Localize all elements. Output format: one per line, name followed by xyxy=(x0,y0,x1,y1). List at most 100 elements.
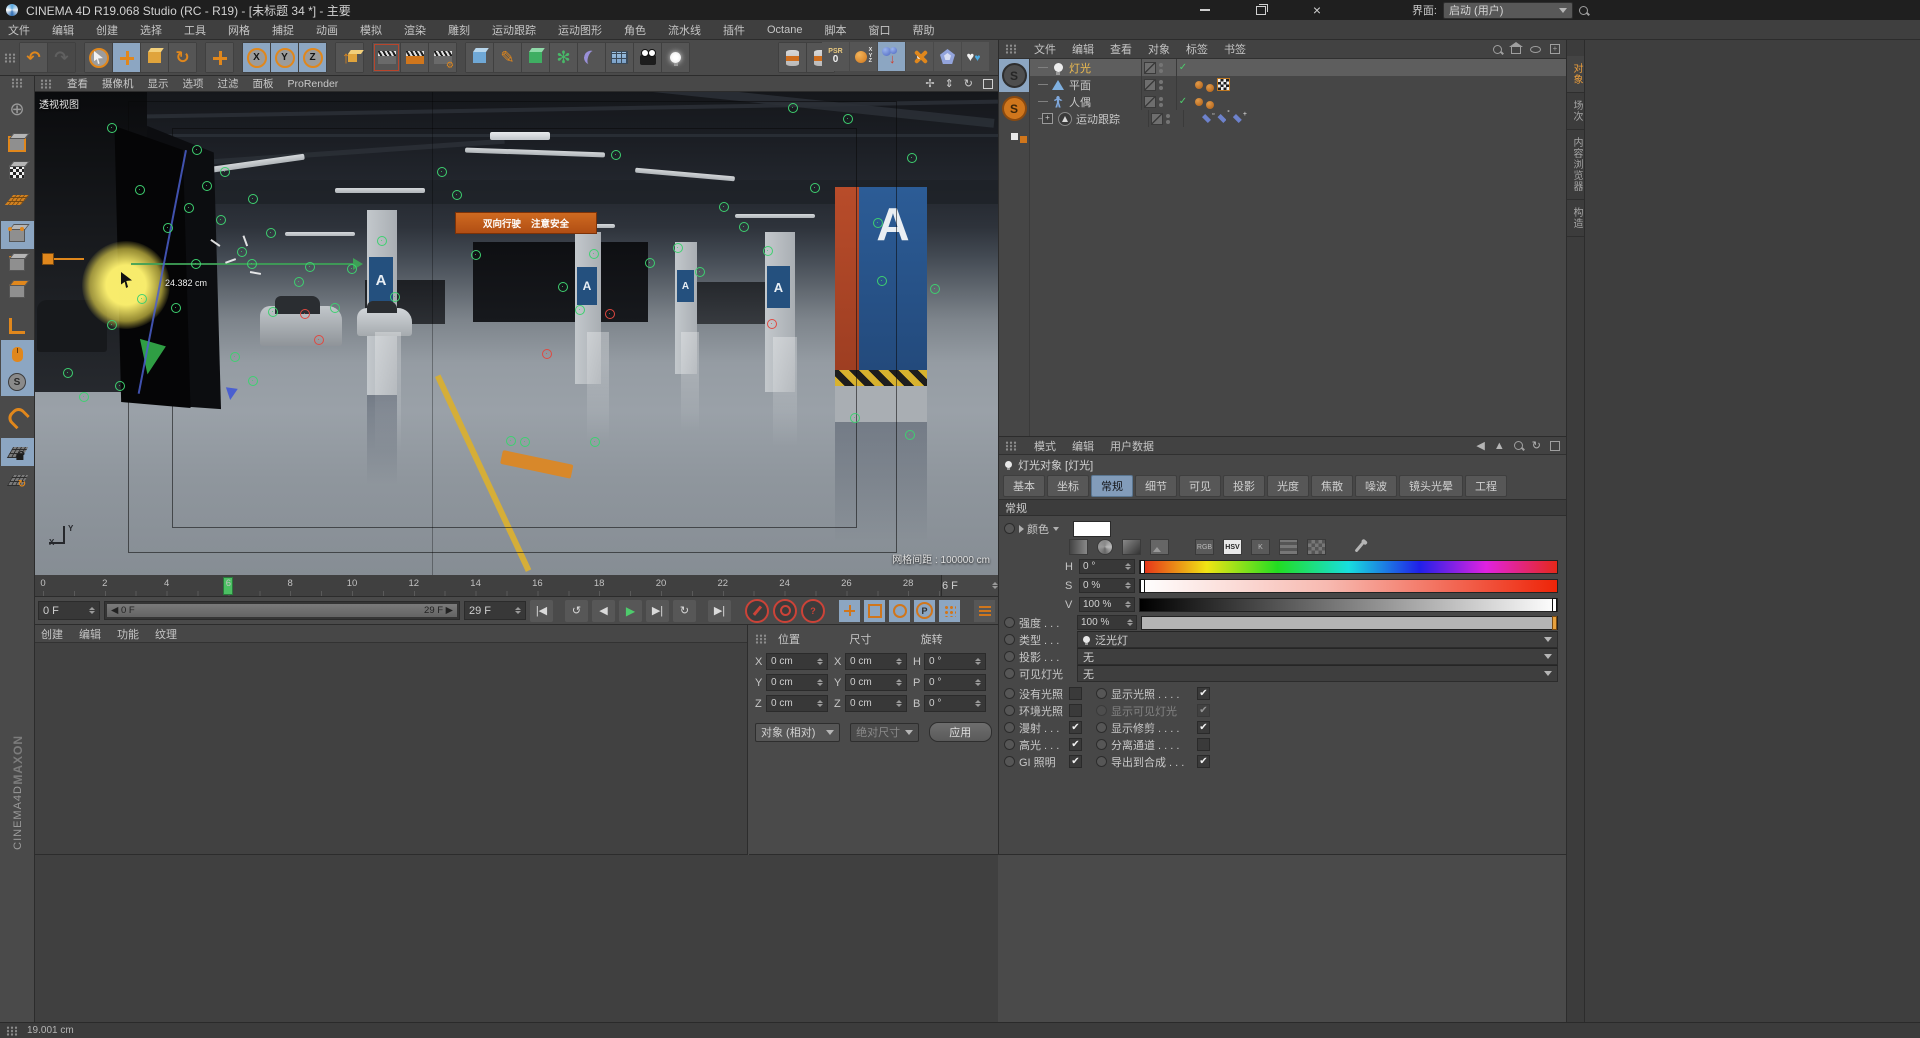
menu-item[interactable]: Octane xyxy=(767,24,802,36)
maximize-button[interactable] xyxy=(1248,1,1274,19)
light-type-select[interactable]: 泛光灯 xyxy=(1077,631,1558,648)
am-cycle-icon[interactable]: ↻ xyxy=(1532,439,1541,452)
expand-arrow-icon[interactable] xyxy=(1019,525,1024,533)
play-loop-button[interactable]: ↻ xyxy=(673,600,696,622)
bend-deformer-button[interactable] xyxy=(578,43,605,72)
axis-lock-button[interactable]: X xyxy=(243,43,270,72)
rotation-field[interactable]: 0 ° xyxy=(924,695,986,712)
toggle-views-icon[interactable] xyxy=(983,79,993,89)
shadow-select[interactable]: 无 xyxy=(1077,648,1558,665)
toolbar-grip[interactable] xyxy=(4,53,17,63)
texture-tag-icon[interactable] xyxy=(1217,78,1230,91)
blue-axis-arrow[interactable] xyxy=(224,387,238,401)
rgb-mode-button[interactable]: RGB xyxy=(1195,539,1214,555)
play-button[interactable]: ▶ xyxy=(619,600,642,622)
enabled-check[interactable]: ✓ xyxy=(1177,96,1189,107)
pentagon-tool-button[interactable] xyxy=(934,42,961,71)
axis-lock-button[interactable]: Y xyxy=(271,43,298,72)
coord-mode-select[interactable]: 对象 (相对) xyxy=(755,723,840,742)
viewport-menu-prorender[interactable]: ProRender xyxy=(288,78,339,90)
phong-tag-icon[interactable] xyxy=(1206,84,1214,92)
om-menu-tags[interactable]: 标签 xyxy=(1186,41,1208,57)
frame-range-slider[interactable]: ◀ 0 F 29 F ▶ xyxy=(104,601,460,620)
pin-tag-icon[interactable] xyxy=(1233,114,1242,123)
close-button[interactable]: × xyxy=(1304,1,1330,19)
model-mode-button[interactable] xyxy=(1,130,34,158)
record-keyframe-button[interactable] xyxy=(745,599,769,623)
drop-to-floor-button[interactable]: ↓ xyxy=(878,42,905,71)
layer-icon[interactable] xyxy=(1144,79,1156,91)
last-tool-button[interactable] xyxy=(206,43,233,72)
menu-item[interactable]: 模拟 xyxy=(360,22,382,38)
material-menu-item[interactable]: 编辑 xyxy=(79,626,101,642)
menu-item[interactable]: 工具 xyxy=(184,22,206,38)
hue-field[interactable]: 0 ° xyxy=(1079,559,1135,574)
mixer-icon[interactable] xyxy=(1279,539,1298,555)
pin-tag-icon[interactable] xyxy=(1202,114,1211,123)
rotate-view-icon[interactable]: ↻ xyxy=(964,77,973,90)
menu-item[interactable]: 窗口 xyxy=(868,22,890,38)
am-menu-edit[interactable]: 编辑 xyxy=(1072,438,1094,454)
enable-axis-button[interactable] xyxy=(1,312,34,340)
snap-s-button[interactable]: S xyxy=(1,368,34,396)
phong-tag-icon[interactable] xyxy=(1206,101,1214,109)
position-field[interactable]: 0 cm xyxy=(766,653,828,670)
pin-tag-icon[interactable] xyxy=(1217,114,1226,123)
apply-button[interactable]: 应用 xyxy=(929,722,992,742)
am-tab[interactable]: 细节 xyxy=(1135,475,1177,497)
color-swatch[interactable] xyxy=(1073,521,1111,537)
add-cube-button[interactable] xyxy=(466,43,493,72)
bodypaint-setup-button[interactable] xyxy=(779,43,806,72)
axis-lock-button[interactable]: Z xyxy=(299,43,326,72)
hue-slider[interactable] xyxy=(1139,560,1558,574)
floor-button[interactable] xyxy=(606,43,633,72)
checkbox[interactable]: ✔ xyxy=(1069,704,1082,717)
phong-tag-icon[interactable] xyxy=(1195,98,1203,106)
am-tab[interactable]: 工程 xyxy=(1465,475,1507,497)
goto-start-button[interactable]: |◀ xyxy=(530,600,553,622)
key-rotation-toggle[interactable] xyxy=(889,600,910,622)
saturation-field[interactable]: 0 % xyxy=(1079,578,1135,593)
render-view-button[interactable] xyxy=(373,43,400,72)
move-tool-button[interactable] xyxy=(113,43,140,72)
om-grip[interactable] xyxy=(1005,44,1018,54)
menu-item[interactable]: 角色 xyxy=(624,22,646,38)
palette-grip[interactable] xyxy=(11,78,24,88)
size-field[interactable]: 0 cm xyxy=(845,653,907,670)
saturation-slider[interactable] xyxy=(1139,579,1558,593)
kelvin-mode-button[interactable]: K xyxy=(1251,539,1270,555)
menu-item[interactable]: 编辑 xyxy=(52,22,74,38)
am-back-icon[interactable]: ◀ xyxy=(1476,439,1484,452)
keyframe-selection-button[interactable]: ? xyxy=(801,599,825,623)
autokey-button[interactable] xyxy=(773,599,797,623)
side-tab[interactable]: 内容浏览器 xyxy=(1567,130,1584,200)
polygons-mode-button[interactable] xyxy=(1,277,34,305)
current-frame-field[interactable]: 0 F xyxy=(38,601,100,620)
playback-options-button[interactable] xyxy=(974,600,995,622)
enabled-check[interactable]: ✓ xyxy=(1177,62,1189,73)
previous-frame-button[interactable]: ◀ xyxy=(592,600,615,622)
end-frame-field[interactable]: 29 F xyxy=(464,601,526,620)
menu-item[interactable]: 流水线 xyxy=(668,22,701,38)
menu-item[interactable]: 雕刻 xyxy=(448,22,470,38)
key-position-toggle[interactable] xyxy=(839,600,860,622)
hsv-mode-button[interactable]: HSV xyxy=(1223,539,1242,555)
size-field[interactable]: 0 cm xyxy=(845,695,907,712)
subdivision-surface-button[interactable] xyxy=(522,43,549,72)
om-menu-edit[interactable]: 编辑 xyxy=(1072,41,1094,57)
om-menu-bookmarks[interactable]: 书签 xyxy=(1224,41,1246,57)
viewport-solo-button[interactable] xyxy=(1,340,34,368)
workplane-button[interactable]: XYZ xyxy=(850,42,877,71)
am-tab[interactable]: 焦散 xyxy=(1311,475,1353,497)
menu-item[interactable]: 插件 xyxy=(723,22,745,38)
workplane-mode-button[interactable] xyxy=(1,186,34,214)
am-tab[interactable]: 常规 xyxy=(1091,475,1133,497)
rotation-field[interactable]: 0 ° xyxy=(924,674,986,691)
om-object-row[interactable]: +运动跟踪▫˚+ xyxy=(1030,110,1566,127)
menu-item[interactable]: 渲染 xyxy=(404,22,426,38)
layer-icon[interactable] xyxy=(1144,96,1156,108)
solo-orange-button[interactable]: S xyxy=(999,92,1029,125)
intensity-slider[interactable] xyxy=(1141,616,1558,630)
am-section-header[interactable]: 常规 xyxy=(999,499,1566,516)
edges-mode-button[interactable] xyxy=(1,249,34,277)
